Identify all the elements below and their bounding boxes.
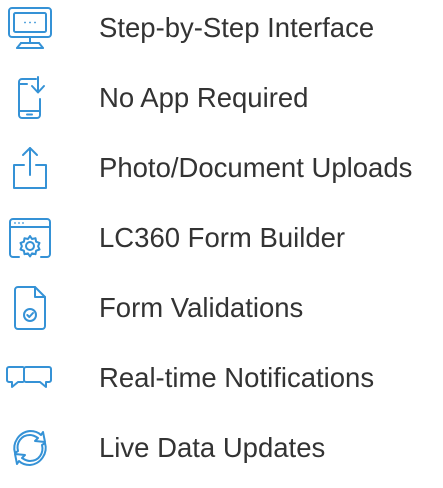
chat-bubbles-icon — [5, 353, 55, 403]
feature-item-step-by-step: Step-by-Step Interface — [0, 3, 443, 53]
feature-item-validations: Form Validations — [0, 283, 443, 333]
feature-label: Form Validations — [99, 292, 304, 323]
feature-item-form-builder: LC360 Form Builder — [0, 213, 443, 263]
refresh-icon — [5, 423, 55, 473]
feature-label: Real-time Notifications — [99, 362, 375, 393]
upload-icon — [5, 143, 55, 193]
feature-label: No App Required — [99, 82, 309, 113]
feature-item-uploads: Photo/Document Uploads — [0, 143, 443, 193]
feature-label: Live Data Updates — [99, 432, 326, 463]
mobile-download-icon — [5, 73, 55, 123]
feature-item-notifications: Real-time Notifications — [0, 353, 443, 403]
feature-list: Step-by-Step Interface No App Required P… — [0, 0, 443, 488]
feature-item-live-data: Live Data Updates — [0, 423, 443, 473]
feature-label: Photo/Document Uploads — [99, 152, 413, 183]
document-check-icon — [5, 283, 55, 333]
browser-settings-icon — [5, 213, 55, 263]
feature-item-no-app: No App Required — [0, 73, 443, 123]
feature-label: LC360 Form Builder — [99, 222, 346, 253]
feature-label: Step-by-Step Interface — [99, 12, 375, 43]
monitor-icon — [5, 3, 55, 53]
